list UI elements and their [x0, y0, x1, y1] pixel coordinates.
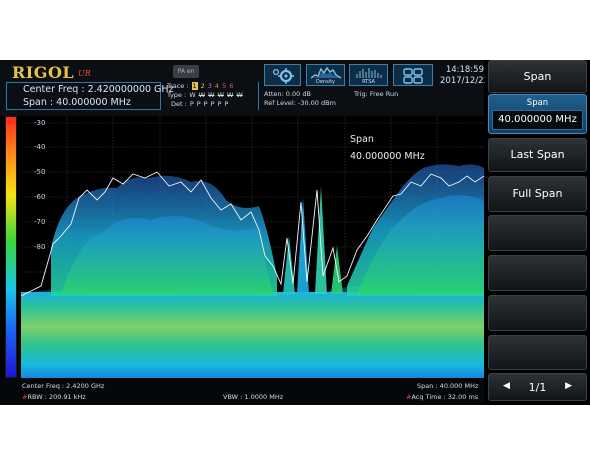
trace-number: 4 [214, 82, 220, 90]
span-softkey[interactable]: Span 40.000000 MHz [488, 94, 587, 134]
settings-button[interactable] [264, 64, 301, 86]
trace-number: 3 [207, 82, 212, 90]
trigger-readout[interactable]: Trig: Free Run [354, 90, 398, 98]
span-annotation: Span 40.000000 MHz [350, 131, 425, 165]
trace-detector: P [203, 100, 208, 108]
density-color-scale [5, 116, 17, 378]
layout-button[interactable] [393, 64, 433, 86]
y-tick-label: -60 [34, 193, 46, 201]
empty-softkey[interactable] [488, 255, 587, 291]
header-divider [258, 82, 259, 110]
analyzer-screen: RIGOL UR PA en Center Freq : 2.420000000… [0, 60, 590, 405]
last-span-softkey[interactable]: Last Span [488, 138, 587, 172]
clock-time: 14:18:59 [445, 65, 484, 75]
trace-detector: P [189, 100, 194, 108]
trace-number: 5 [222, 82, 227, 90]
y-tick-label: -50 [34, 168, 46, 176]
clock: 14:18:59 2017/12/23 [440, 65, 489, 87]
menu-pager: ◀ 1/1 ▶ [488, 373, 587, 401]
center-freq-span-box[interactable]: Center Freq : 2.420000000 GHz Span : 40.… [6, 82, 174, 110]
empty-softkey[interactable] [488, 335, 587, 370]
full-span-label: Full Span [512, 187, 563, 200]
footer-vbw: VBW : 1.0000 MHz [223, 393, 284, 401]
trace-detector: P [196, 100, 201, 108]
rigol-logo: RIGOL [12, 63, 75, 82]
clock-date: 2017/12/23 [440, 76, 489, 86]
trace-type: W [226, 91, 234, 99]
trace-type: W [208, 91, 215, 99]
empty-softkey[interactable] [488, 295, 587, 331]
center-freq-readout: Center Freq : 2.420000000 GHz [23, 84, 174, 95]
last-span-label: Last Span [510, 148, 565, 161]
y-tick-label: -70 [34, 218, 46, 226]
density-button[interactable]: Density [306, 64, 345, 86]
trace-number: 1 [191, 82, 198, 90]
footer-rbw: RBW : 200.91 kHz [27, 393, 86, 401]
rtsa-icon [356, 68, 381, 78]
trace-number: 2 [200, 82, 205, 90]
spectrum-plot[interactable]: -30 -40 -50 -60 -70 -80 Span 40.000000 M… [21, 116, 484, 378]
empty-softkey[interactable] [488, 215, 587, 251]
menu-title-label: Span [523, 70, 552, 83]
logo-suffix: UR [78, 69, 91, 78]
span-softkey-label: Span [526, 98, 549, 108]
rtsa-button-label: RTSA [362, 79, 375, 85]
y-tick-label: -80 [34, 243, 46, 251]
density-button-label: Density [315, 79, 335, 85]
type-label: Type : [167, 91, 187, 99]
grid-layout-icon [403, 68, 423, 84]
gear-icon [272, 68, 294, 84]
softkey-menu: Span Span 40.000000 MHz Last Span Full S… [485, 60, 590, 405]
trace-detector: P [210, 100, 215, 108]
trace-label: Trace : [167, 82, 189, 90]
span-readout: Span : 40.000000 MHz [23, 97, 131, 108]
density-icon [310, 66, 341, 79]
footer-center-freq: Center Freq : 2.4200 GHz [22, 382, 105, 390]
y-tick-label: -30 [34, 119, 46, 127]
trace-detector: P [217, 100, 222, 108]
trace-type: W [217, 91, 224, 99]
trace-number: 6 [229, 82, 234, 90]
trace-type: W [236, 91, 243, 99]
span-value-field[interactable]: 40.000000 MHz [492, 110, 583, 130]
trace-detector: P [224, 100, 229, 108]
status-header: RIGOL UR PA en Center Freq : 2.420000000… [0, 60, 489, 116]
status-footer: Center Freq : 2.4200 GHz #RBW : 200.91 k… [0, 378, 484, 405]
y-tick-label: -40 [34, 143, 46, 151]
ref-level-readout: Ref Level: -30.00 dBm [264, 99, 336, 107]
footer-span: Span : 40.000 MHz [417, 382, 479, 390]
footer-acq-time: Acq Time : 32.00 ms [411, 393, 479, 401]
det-label: Det : [171, 100, 187, 108]
atten-ref-box[interactable]: Atten: 0.00 dB Ref Level: -30.00 dBm [264, 90, 336, 108]
atten-readout: Atten: 0.00 dB [264, 90, 311, 98]
trace-type: W [189, 91, 196, 99]
span-annotation-value: 40.000000 MHz [350, 151, 425, 162]
trace-settings[interactable]: Trace :123456 Type :WWWWWW Det :PPPPPP [167, 82, 243, 109]
full-span-softkey[interactable]: Full Span [488, 176, 587, 212]
menu-title-span[interactable]: Span [488, 60, 587, 93]
rtsa-button[interactable]: RTSA [349, 64, 388, 86]
trace-type: W [198, 91, 206, 99]
span-annotation-title: Span [350, 134, 374, 145]
next-page-icon[interactable]: ▶ [565, 381, 572, 391]
pa-enable-button[interactable]: PA en [173, 65, 199, 78]
